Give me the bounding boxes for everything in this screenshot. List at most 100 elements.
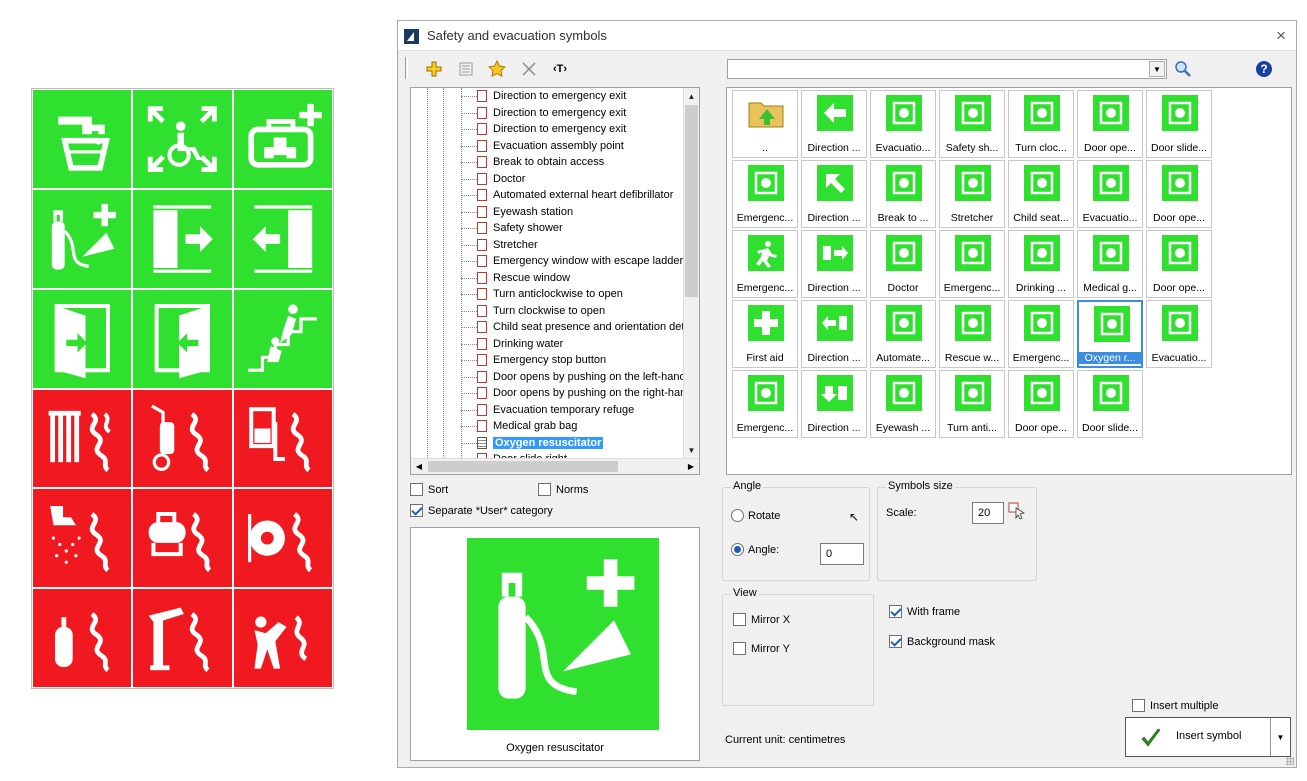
with-frame-checkbox[interactable]: With frame: [889, 605, 960, 618]
tree-item[interactable]: Evacuation assembly point: [411, 138, 685, 155]
symbol-tile[interactable]: Child seat...: [1008, 160, 1074, 228]
symbol-tile[interactable]: Door ope...: [1146, 160, 1212, 228]
scroll-left-icon[interactable]: ◀: [411, 459, 427, 474]
text-tool-button[interactable]: ‹T›: [550, 59, 570, 79]
properties-button[interactable]: [456, 59, 476, 79]
title-bar[interactable]: Safety and evacuation symbols ×: [398, 21, 1296, 51]
symbol-tile[interactable]: Oxygen r...: [1077, 300, 1143, 368]
resize-grip-icon[interactable]: [1286, 757, 1294, 765]
symbol-tile[interactable]: Evacuatio...: [870, 90, 936, 158]
checkbox-box[interactable]: [733, 642, 746, 655]
add-symbol-button[interactable]: [424, 59, 444, 79]
tree-item[interactable]: Child seat presence and orientation dete…: [411, 319, 685, 336]
symbol-tile[interactable]: Eyewash ...: [870, 370, 936, 438]
tree-item[interactable]: Eyewash station: [411, 204, 685, 221]
checkbox-box[interactable]: [733, 613, 746, 626]
tree-vertical-scrollbar[interactable]: ▲ ▼: [683, 88, 699, 458]
symbol-tile[interactable]: Door ope...: [1077, 90, 1143, 158]
symbol-tile[interactable]: Turn anti...: [939, 370, 1005, 438]
search-icon[interactable]: [1174, 60, 1192, 78]
checkbox-box[interactable]: [889, 605, 902, 618]
tree-item[interactable]: Direction to emergency exit: [411, 88, 685, 105]
sort-checkbox[interactable]: Sort: [410, 483, 448, 496]
symbol-tile[interactable]: Door slide...: [1146, 90, 1212, 158]
symbol-tile[interactable]: Evacuatio...: [1077, 160, 1143, 228]
insert-multiple-checkbox[interactable]: Insert multiple: [1132, 699, 1218, 712]
symbol-tile[interactable]: Rescue w...: [939, 300, 1005, 368]
tree-item[interactable]: Medical grab bag: [411, 418, 685, 435]
scroll-right-icon[interactable]: ▶: [683, 459, 699, 474]
tree-item[interactable]: Doctor: [411, 171, 685, 188]
insert-symbol-button[interactable]: Insert symbol ▼: [1125, 717, 1291, 757]
symbol-tile[interactable]: Emergenc...: [939, 230, 1005, 298]
symbol-tile[interactable]: Safety sh...: [939, 90, 1005, 158]
search-combobox[interactable]: ▼: [727, 59, 1167, 79]
symbol-tile[interactable]: Direction ...: [801, 370, 867, 438]
rotate-radio[interactable]: Rotate: [731, 509, 780, 522]
symbol-tile[interactable]: Direction ...: [801, 90, 867, 158]
symbol-tile[interactable]: Medical g...: [1077, 230, 1143, 298]
norms-checkbox[interactable]: Norms: [538, 483, 588, 496]
tree-item[interactable]: Turn anticlockwise to open: [411, 286, 685, 303]
radio-dot[interactable]: [731, 543, 744, 556]
tree-item[interactable]: Safety shower: [411, 220, 685, 237]
symbol-tile[interactable]: Stretcher: [939, 160, 1005, 228]
symbol-tile[interactable]: Door ope...: [1146, 230, 1212, 298]
tree-item[interactable]: Break to obtain access: [411, 154, 685, 171]
radio-dot[interactable]: [731, 509, 744, 522]
symbol-tile[interactable]: Direction ...: [801, 300, 867, 368]
tree-item[interactable]: Turn clockwise to open: [411, 303, 685, 320]
checkbox-box[interactable]: [410, 483, 423, 496]
angle-input[interactable]: 0: [820, 543, 864, 565]
mirror-x-checkbox[interactable]: Mirror X: [733, 613, 790, 626]
symbol-tile[interactable]: Direction ...: [801, 230, 867, 298]
scroll-down-icon[interactable]: ▼: [684, 442, 699, 458]
checkbox-box[interactable]: [889, 635, 902, 648]
toolbar-grip[interactable]: [405, 57, 408, 79]
favorite-button[interactable]: [487, 59, 507, 79]
tree-item[interactable]: Direction to emergency exit: [411, 105, 685, 122]
tree-item[interactable]: Oxygen resuscitator: [411, 435, 685, 452]
chevron-down-icon[interactable]: ▼: [1149, 61, 1165, 77]
tree-item[interactable]: Direction to emergency exit: [411, 121, 685, 138]
tree-horizontal-scrollbar[interactable]: ◀ ▶: [411, 458, 699, 474]
delete-button[interactable]: [519, 59, 539, 79]
symbol-tile[interactable]: Automate...: [870, 300, 936, 368]
symbol-tile[interactable]: Door ope...: [1008, 370, 1074, 438]
symbol-tile[interactable]: Direction ...: [801, 160, 867, 228]
symbol-tile[interactable]: Turn cloc...: [1008, 90, 1074, 158]
checkbox-box[interactable]: [410, 504, 423, 517]
symbol-tile[interactable]: Door slide...: [1077, 370, 1143, 438]
tree-item[interactable]: Emergency window with escape ladder: [411, 253, 685, 270]
symbol-tile[interactable]: Emergenc...: [732, 230, 798, 298]
insert-options-dropdown[interactable]: ▼: [1270, 718, 1290, 756]
tree-item[interactable]: Drinking water: [411, 336, 685, 353]
symbol-tile[interactable]: Emergenc...: [732, 370, 798, 438]
symbol-tile[interactable]: Emergenc...: [1008, 300, 1074, 368]
tree-item[interactable]: Stretcher: [411, 237, 685, 254]
tree-item[interactable]: Emergency stop button: [411, 352, 685, 369]
help-icon[interactable]: ?: [1256, 61, 1272, 77]
checkbox-box[interactable]: [1132, 699, 1145, 712]
symbol-tile[interactable]: Emergenc...: [732, 160, 798, 228]
pick-scale-button[interactable]: [1008, 502, 1026, 523]
close-icon[interactable]: ×: [1276, 26, 1286, 46]
tree-item[interactable]: Door opens by pushing on the right-hand: [411, 385, 685, 402]
symbol-grid[interactable]: .. Direction ... Evacuatio... Safety sh... T…: [726, 87, 1292, 475]
background-mask-checkbox[interactable]: Background mask: [889, 635, 995, 648]
angle-radio[interactable]: Angle:: [731, 543, 779, 556]
symbol-tile[interactable]: Evacuatio...: [1146, 300, 1212, 368]
scroll-up-icon[interactable]: ▲: [684, 88, 699, 104]
mirror-y-checkbox[interactable]: Mirror Y: [733, 642, 790, 655]
scroll-thumb[interactable]: [685, 105, 698, 297]
symbol-tile[interactable]: Break to ...: [870, 160, 936, 228]
scale-input[interactable]: 20: [972, 502, 1004, 524]
tree-item[interactable]: Door opens by pushing on the left-hand s…: [411, 369, 685, 386]
tree-item[interactable]: Rescue window: [411, 270, 685, 287]
symbol-tile[interactable]: Drinking ...: [1008, 230, 1074, 298]
tree-item[interactable]: Automated external heart defibrillator: [411, 187, 685, 204]
symbol-tree[interactable]: Direction to emergency exit Direction to …: [410, 87, 700, 475]
tree-item[interactable]: Door slide right...: [411, 451, 685, 458]
symbol-tile[interactable]: First aid: [732, 300, 798, 368]
tree-item[interactable]: Evacuation temporary refuge: [411, 402, 685, 419]
